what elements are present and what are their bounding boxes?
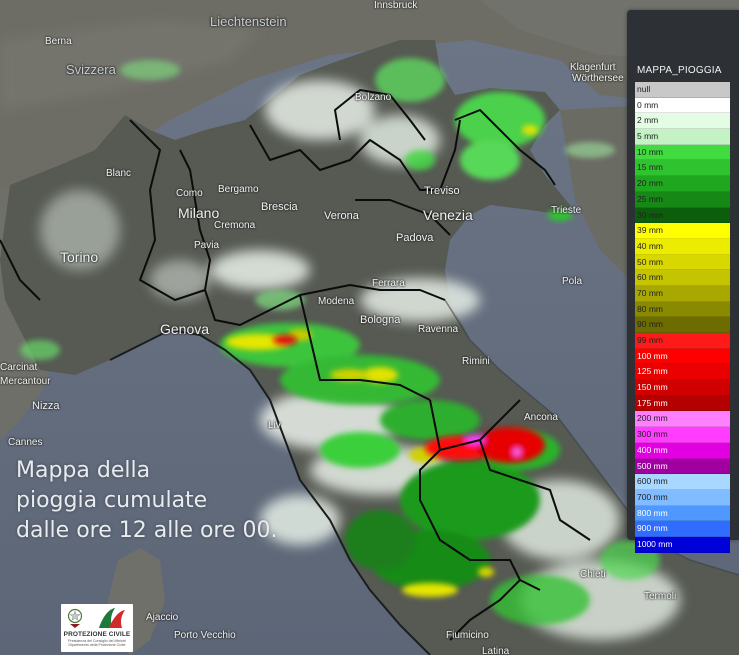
- label-cannes: Cannes: [8, 437, 43, 448]
- label-verona: Verona: [324, 210, 359, 222]
- label-termoli: Termoli: [644, 591, 677, 602]
- label-bologna: Bologna: [360, 314, 401, 326]
- legend-item: 5 mm: [635, 129, 730, 145]
- legend-item: 125 mm: [635, 364, 730, 381]
- logo-name: PROTEZIONE CIVILE: [63, 631, 131, 638]
- caption-line-1: Mappa della: [16, 458, 151, 483]
- legend-item: 0 mm: [635, 97, 730, 114]
- legend-item: 100 mm: [635, 348, 730, 365]
- label-ajaccio: Ajaccio: [146, 612, 179, 623]
- label-innsbruck: Innsbruck: [374, 0, 418, 11]
- republic-emblem-icon: [67, 608, 83, 628]
- label-klagenfurt: Klagenfurt: [570, 62, 616, 73]
- label-nizza: Nizza: [32, 400, 60, 412]
- legend-item: 700 mm: [635, 489, 730, 506]
- legend-item: 800 mm: [635, 505, 730, 522]
- legend-item: 20 mm: [635, 176, 730, 192]
- legend-item: 90 mm: [635, 317, 730, 333]
- label-worthersee: Wörthersee: [572, 73, 624, 84]
- label-livorno: Liv: [268, 420, 281, 431]
- map-caption: Mappa della pioggia cumulate dalle ore 1…: [16, 456, 278, 546]
- legend-rows: null 0 mm 2 mm 5 mm 10 mm 15 mm 20 mm 25 mm 30 m…: [635, 82, 730, 553]
- label-milano: Milano: [178, 205, 220, 221]
- legend-item: 99 mm: [635, 333, 730, 349]
- legend-item: null: [635, 82, 730, 98]
- label-brescia: Brescia: [261, 201, 298, 213]
- legend-item: 15 mm: [635, 160, 730, 177]
- label-como: Como: [176, 188, 203, 199]
- label-ancona: Ancona: [524, 412, 558, 423]
- label-cremona: Cremona: [214, 220, 256, 231]
- legend-item: 40 mm: [635, 238, 730, 255]
- protezione-civile-logo: PROTEZIONE CIVILE Presidenza del Consigl…: [61, 604, 133, 652]
- legend-item: 10 mm: [635, 144, 730, 161]
- map-stage: Liechtenstein Svizzera Innsbruck Berna B…: [0, 0, 739, 655]
- legend-title: MAPPA_PIOGGIA: [637, 65, 722, 76]
- legend-item: 39 mm: [635, 223, 730, 239]
- legend-item: 80 mm: [635, 301, 730, 318]
- label-carcinat: Carcinat: [0, 362, 38, 373]
- label-chieti: Chieti: [580, 569, 606, 580]
- label-pavia: Pavia: [194, 240, 220, 251]
- label-rimini: Rimini: [462, 356, 490, 367]
- caption-line-3: dalle ore 12 alle ore 00.: [16, 518, 278, 543]
- label-mercantour: Mercantour: [0, 376, 51, 387]
- legend-item: 70 mm: [635, 285, 730, 302]
- legend-item: 900 mm: [635, 521, 730, 537]
- legend-item: 2 mm: [635, 113, 730, 130]
- legend-item: 400 mm: [635, 442, 730, 459]
- label-svizzera: Svizzera: [66, 62, 116, 77]
- label-bergamo: Bergamo: [218, 184, 259, 195]
- logo-sub-2: Dipartimento della Protezione Civile: [68, 643, 126, 647]
- label-fiumicino: Fiumicino: [446, 630, 489, 641]
- label-bolzano: Bolzano: [355, 92, 392, 103]
- legend-item: 1000 mm: [635, 536, 730, 553]
- legend-panel: MAPPA_PIOGGIA null 0 mm 2 mm 5 mm 10 mm 15 mm…: [627, 10, 739, 553]
- label-trieste: Trieste: [551, 205, 582, 216]
- label-pola: Pola: [562, 276, 583, 287]
- legend-item: 300 mm: [635, 427, 730, 443]
- legend-item: 500 mm: [635, 458, 730, 475]
- legend-item: 50 mm: [635, 254, 730, 271]
- legend-item: 30 mm: [635, 207, 730, 224]
- label-ferrara: Ferrara: [372, 278, 405, 289]
- label-treviso: Treviso: [424, 185, 460, 197]
- label-modena: Modena: [318, 296, 355, 307]
- label-torino: Torino: [60, 249, 99, 265]
- caption-line-2: pioggia cumulate: [16, 488, 208, 513]
- label-padova: Padova: [396, 232, 434, 244]
- protezione-civile-swoosh-icon: [99, 608, 125, 628]
- legend-item: 25 mm: [635, 191, 730, 208]
- label-porto-vecchio: Porto Vecchio: [174, 630, 236, 641]
- label-liechtenstein: Liechtenstein: [210, 14, 287, 29]
- label-genova: Genova: [160, 321, 210, 337]
- label-ravenna: Ravenna: [418, 324, 459, 335]
- label-latina: Latina: [482, 646, 510, 655]
- label-bern: Berna: [45, 36, 72, 47]
- legend-item: 200 mm: [635, 411, 730, 428]
- label-venezia: Venezia: [423, 207, 473, 223]
- legend-item: 600 mm: [635, 474, 730, 490]
- legend-item: 175 mm: [635, 395, 730, 412]
- legend-item: 150 mm: [635, 380, 730, 396]
- label-blanc: Blanc: [106, 168, 132, 179]
- legend-item: 60 mm: [635, 270, 730, 286]
